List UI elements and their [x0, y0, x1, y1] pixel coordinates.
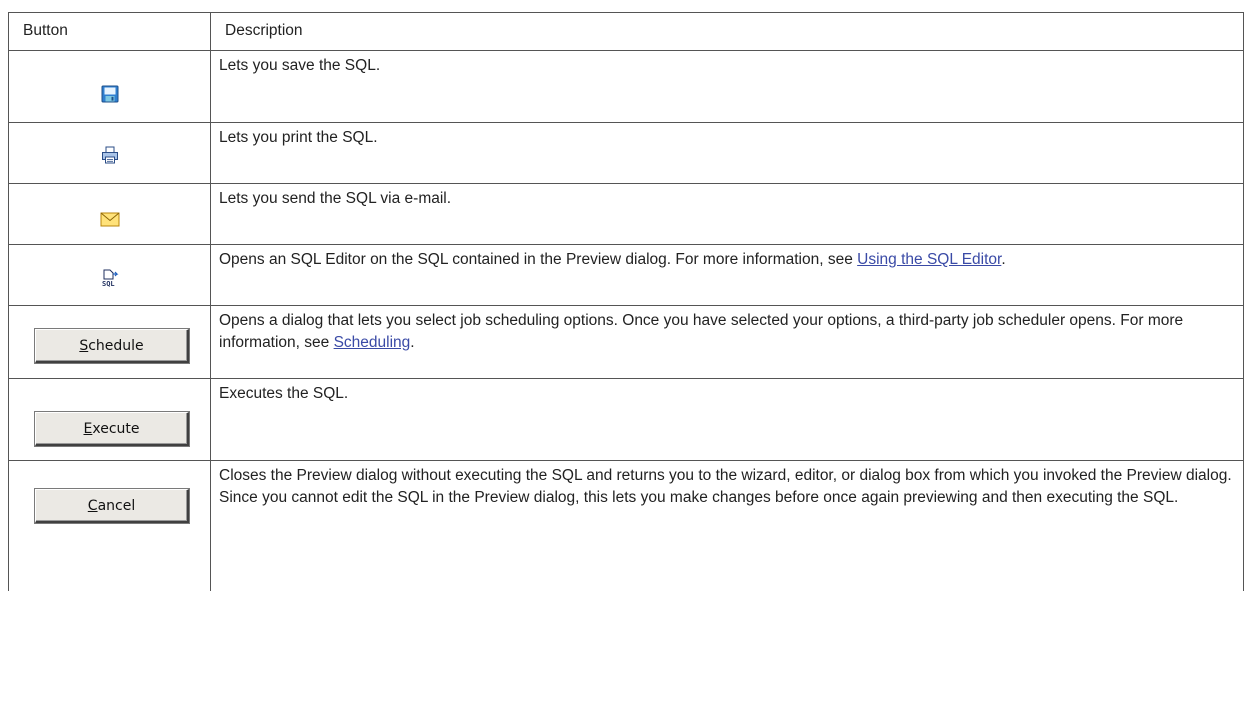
table-row: Lets you send the SQL via e-mail.: [8, 183, 1244, 245]
table-row: Execute Executes the SQL.: [8, 378, 1244, 461]
schedule-mnemonic: S: [79, 337, 89, 354]
description-suffix: .: [410, 334, 415, 351]
table-row: Cancel Closes the Preview dialog without…: [8, 460, 1244, 591]
execute-button[interactable]: Execute: [35, 412, 189, 446]
button-cell: [8, 50, 211, 123]
description-text: Closes the Preview dialog without execut…: [219, 467, 1232, 506]
button-cell: Execute: [8, 378, 211, 461]
header-button: Button: [8, 12, 211, 51]
cancel-mnemonic: C: [87, 497, 98, 514]
sql-editor-icon[interactable]: SQL: [101, 269, 119, 294]
description-text: Lets you send the SQL via e-mail.: [219, 190, 452, 207]
execute-mnemonic: E: [83, 420, 93, 437]
schedule-button[interactable]: Schedule: [35, 329, 189, 363]
svg-text:SQL: SQL: [102, 280, 115, 287]
table-row: SQL Opens an SQL Editor on the SQL conta…: [8, 244, 1244, 306]
description-cell: Opens an SQL Editor on the SQL contained…: [210, 244, 1244, 306]
button-cell: Cancel: [8, 460, 211, 591]
cancel-label: ancel: [97, 497, 136, 514]
header-description: Description: [210, 12, 1244, 51]
button-cell: Schedule: [8, 305, 211, 379]
description-cell: Lets you save the SQL.: [210, 50, 1244, 123]
cancel-button[interactable]: Cancel: [35, 489, 189, 523]
button-description-table: Button Description Lets you save the SQL…: [8, 12, 1244, 591]
description-cell: Lets you send the SQL via e-mail.: [210, 183, 1244, 245]
schedule-label: chedule: [88, 337, 144, 354]
email-icon[interactable]: [100, 212, 120, 234]
description-suffix: .: [1001, 251, 1006, 268]
table-row: Lets you save the SQL.: [8, 50, 1244, 123]
execute-label: xecute: [92, 420, 140, 437]
scheduling-link[interactable]: Scheduling: [334, 334, 411, 351]
button-cell: [8, 122, 211, 184]
description-cell: Lets you print the SQL.: [210, 122, 1244, 184]
using-sql-editor-link[interactable]: Using the SQL Editor: [857, 251, 1001, 268]
button-cell: [8, 183, 211, 245]
description-text: Executes the SQL.: [219, 385, 349, 402]
table-row: Lets you print the SQL.: [8, 122, 1244, 184]
print-icon[interactable]: [101, 146, 119, 171]
description-cell: Closes the Preview dialog without execut…: [210, 460, 1244, 591]
button-cell: SQL: [8, 244, 211, 306]
description-cell: Opens a dialog that lets you select job …: [210, 305, 1244, 379]
save-icon[interactable]: [101, 85, 119, 110]
description-text: Lets you save the SQL.: [219, 57, 381, 74]
table-row: Schedule Opens a dialog that lets you se…: [8, 305, 1244, 379]
description-cell: Executes the SQL.: [210, 378, 1244, 461]
description-text: Opens an SQL Editor on the SQL contained…: [219, 251, 858, 268]
description-text: Lets you print the SQL.: [219, 129, 378, 146]
table-header-row: Button Description: [8, 12, 1244, 51]
